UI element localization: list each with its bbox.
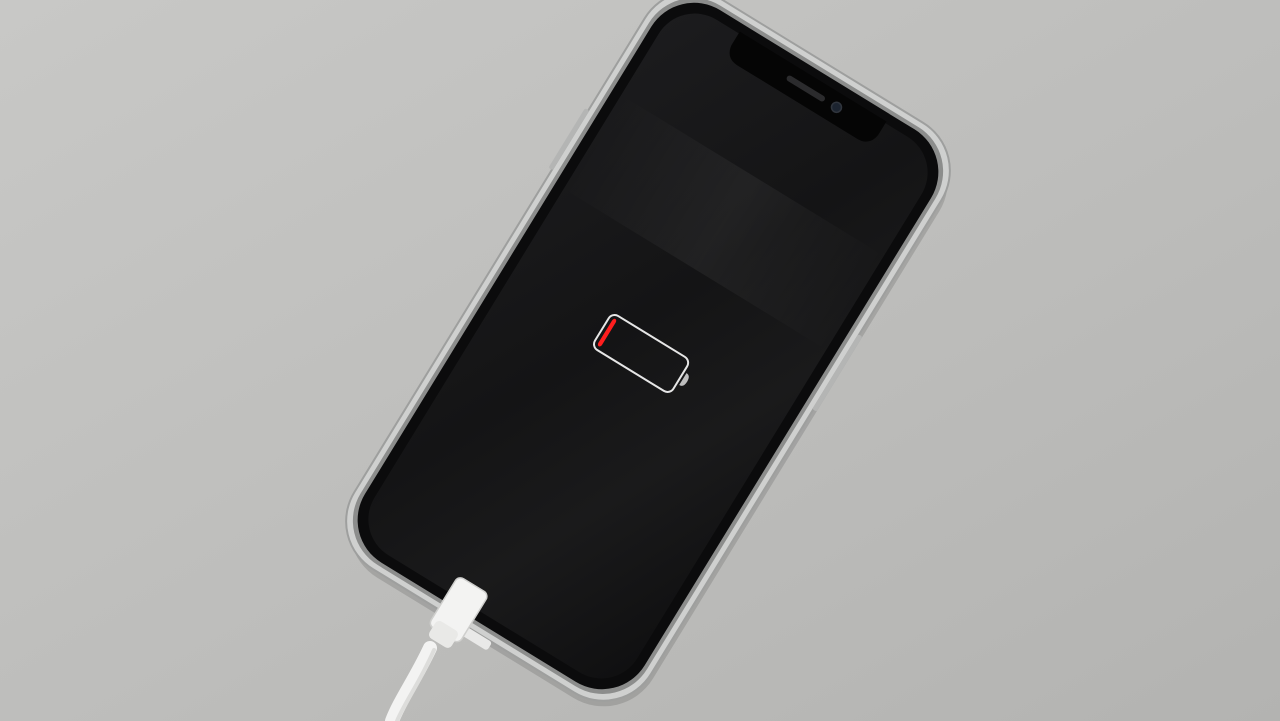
photo-scene [0, 0, 1280, 721]
scene-canvas [0, 0, 1280, 721]
